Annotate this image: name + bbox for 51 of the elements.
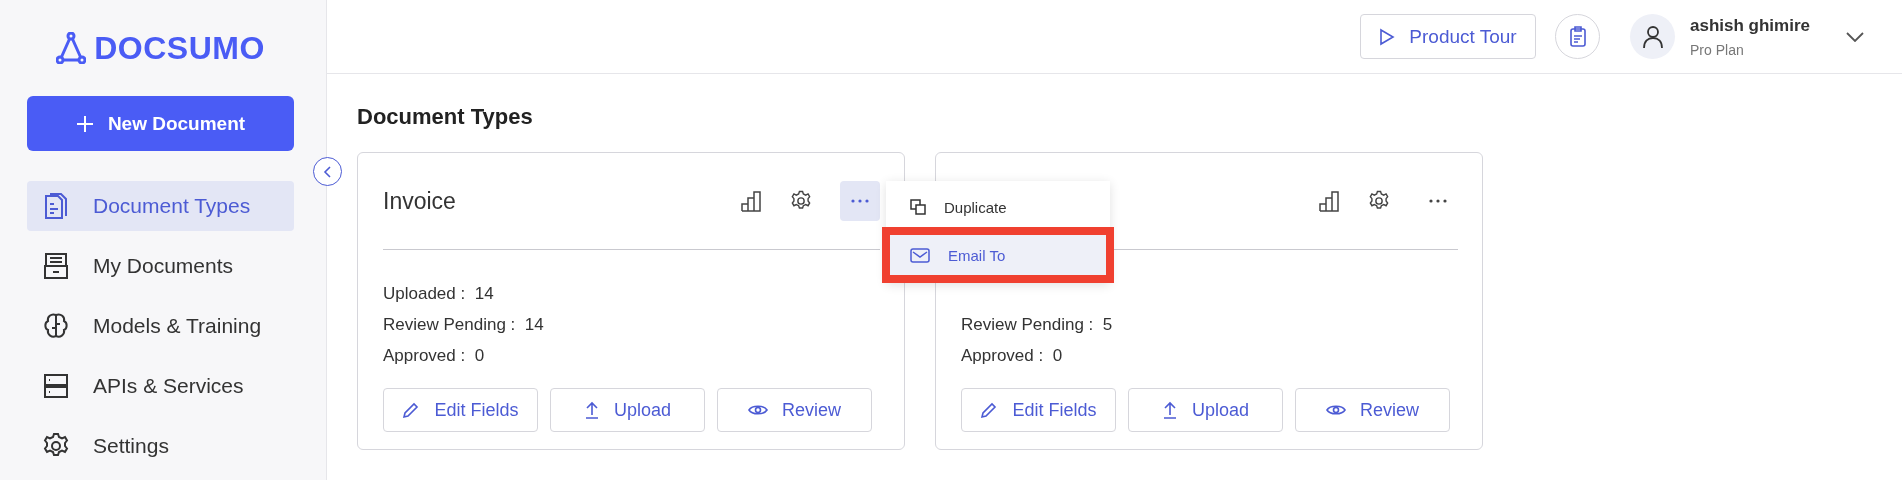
bar-chart-icon[interactable]	[1318, 190, 1340, 212]
mail-icon	[910, 247, 930, 263]
more-icon	[851, 199, 869, 203]
stat-line: Review Pending : 14	[383, 315, 545, 335]
user-icon	[1641, 24, 1664, 49]
upload-icon	[583, 401, 600, 419]
card-action-button[interactable]: Review	[717, 388, 872, 432]
sidebar-item[interactable]: Settings	[27, 421, 294, 471]
stat-line: Approved : 0	[383, 346, 486, 366]
settings-icon[interactable]	[1368, 190, 1390, 212]
plus-icon	[75, 114, 94, 133]
chevron-left-icon	[322, 164, 333, 179]
menu-item[interactable]: Duplicate	[890, 187, 1106, 227]
new-document-button[interactable]: New Document	[27, 96, 294, 151]
play-icon	[1379, 27, 1396, 46]
avatar[interactable]	[1630, 14, 1675, 59]
sidebar-item[interactable]: Document Types	[27, 181, 294, 231]
brain-icon	[43, 312, 69, 340]
stat-line: Review Pending : 5	[961, 315, 1114, 335]
stat-line: Uploaded : 14	[383, 284, 495, 304]
chevron-down-icon[interactable]	[1846, 31, 1864, 42]
card-action-button[interactable]: Upload	[1128, 388, 1283, 432]
logo-icon	[56, 32, 87, 64]
document-icon	[43, 192, 69, 220]
user-plan: Pro Plan	[1690, 41, 1745, 58]
pencil-icon	[402, 401, 421, 419]
server-icon	[43, 372, 69, 400]
stat-line: Approved : 0	[961, 346, 1064, 366]
copy-icon	[910, 199, 926, 215]
eye-icon	[748, 403, 768, 417]
upload-icon	[1161, 401, 1178, 419]
sidebar-item[interactable]: APIs & Services	[27, 361, 294, 411]
sidebar-item[interactable]: Models & Training	[27, 301, 294, 351]
eye-icon	[1326, 403, 1346, 417]
bar-chart-icon[interactable]	[740, 190, 762, 212]
card-action-button[interactable]: Edit Fields	[961, 388, 1116, 432]
page-title: Document Types	[357, 104, 534, 130]
user-name: ashish ghimire	[1690, 15, 1810, 36]
clipboard-icon	[1568, 25, 1587, 48]
pencil-icon	[980, 401, 999, 419]
drawer-icon	[43, 252, 69, 280]
clipboard-button[interactable]	[1555, 14, 1600, 59]
product-tour-button[interactable]: Product Tour	[1360, 14, 1536, 59]
settings-icon[interactable]	[790, 190, 812, 212]
card-action-button[interactable]: Upload	[550, 388, 705, 432]
card-action-button[interactable]: Review	[1295, 388, 1450, 432]
card-action-button[interactable]: Edit Fields	[383, 388, 538, 432]
more-icon	[1429, 199, 1447, 203]
card-title: Invoice	[383, 187, 456, 215]
logo-text: DOCSUMO	[94, 29, 265, 67]
sidebar-item[interactable]: My Documents	[27, 241, 294, 291]
